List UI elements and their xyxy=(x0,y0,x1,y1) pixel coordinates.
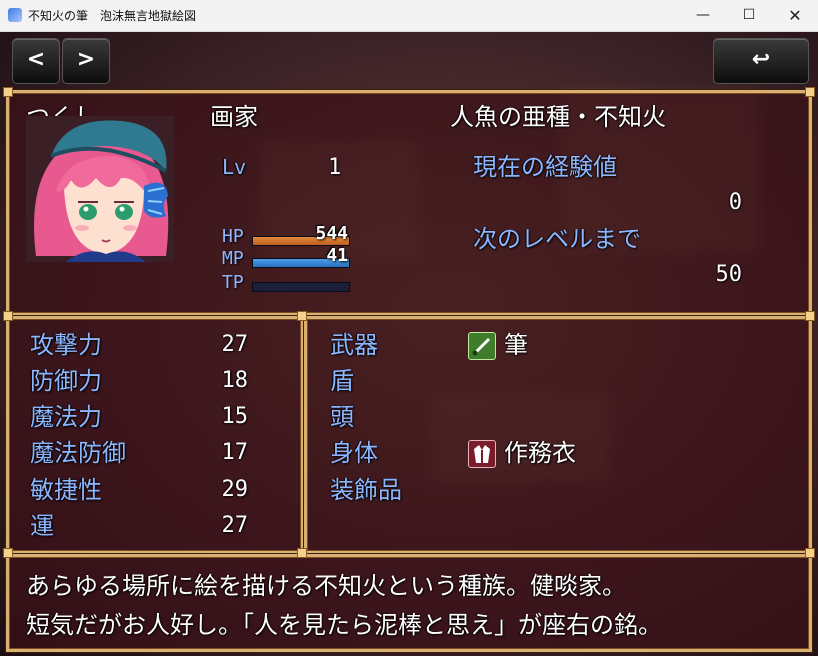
param-value: 17 xyxy=(221,440,249,465)
close-button[interactable]: ✕ xyxy=(772,0,818,31)
tp-label: TP xyxy=(222,272,244,293)
frame-ornament xyxy=(297,548,307,558)
tp-gauge xyxy=(252,282,350,292)
frame-ornament xyxy=(3,87,13,97)
equip-item-name[interactable]: 筆 xyxy=(504,333,528,357)
param-label: 敏捷性 xyxy=(30,476,102,504)
frame-ornament xyxy=(297,311,307,321)
window-title: 不知火の筆 泡沫無言地獄絵図 xyxy=(28,9,197,23)
frame-ornament xyxy=(3,548,13,558)
equip-item-name[interactable]: 作務衣 xyxy=(504,441,576,465)
frame-ornament xyxy=(805,311,815,321)
minimize-button[interactable]: — xyxy=(680,0,726,31)
param-label: 攻撃力 xyxy=(30,331,102,359)
next-level-value: 50 xyxy=(715,262,743,287)
robe-icon xyxy=(468,440,496,468)
level-label: Lv xyxy=(222,155,247,179)
actor-portrait xyxy=(26,116,174,262)
actor-nickname: 人魚の亜種・不知火 xyxy=(450,103,666,131)
equip-slot-label: 装飾品 xyxy=(330,476,402,504)
back-button[interactable]: ↩ xyxy=(713,38,809,84)
hp-value: 544 xyxy=(315,223,348,244)
param-value: 18 xyxy=(221,368,249,393)
equip-slot-label: 頭 xyxy=(330,403,354,431)
exp-label: 現在の経験値 xyxy=(473,153,617,181)
actor-class: 画家 xyxy=(210,103,258,131)
equip-slot-label: 盾 xyxy=(330,367,354,395)
mp-value: 41 xyxy=(326,245,348,266)
param-label: 防御力 xyxy=(30,367,102,395)
profile-line-1: あらゆる場所に絵を描ける不知火という種族。健啖家。 xyxy=(26,572,626,600)
frame-ornament xyxy=(3,311,13,321)
param-label: 魔法力 xyxy=(30,403,102,431)
window-titlebar: 不知火の筆 泡沫無言地獄絵図 — ☐ ✕ xyxy=(0,0,818,32)
param-value: 15 xyxy=(221,404,249,429)
mp-label: MP xyxy=(222,248,244,269)
profile-line-2: 短気だがお人好し。「人を見たら泥棒と思え」が座右の銘。 xyxy=(26,611,662,639)
level-value: 1 xyxy=(328,155,342,180)
param-value: 29 xyxy=(221,477,249,502)
param-value: 27 xyxy=(221,332,249,357)
equipment-panel xyxy=(304,316,812,554)
app-icon xyxy=(8,8,22,22)
next-level-label: 次のレベルまで xyxy=(473,225,641,253)
param-label: 運 xyxy=(30,512,54,540)
frame-ornament xyxy=(805,87,815,97)
hp-label: HP xyxy=(222,226,244,247)
maximize-button[interactable]: ☐ xyxy=(726,0,772,31)
next-actor-button[interactable]: > xyxy=(62,38,110,84)
brush-icon xyxy=(468,332,496,360)
param-label: 魔法防御 xyxy=(30,439,126,467)
frame-ornament xyxy=(805,548,815,558)
param-value: 27 xyxy=(221,513,249,538)
equip-slot-label: 武器 xyxy=(330,331,378,359)
equip-slot-label: 身体 xyxy=(330,439,378,467)
previous-actor-button[interactable]: < xyxy=(12,38,60,84)
exp-value: 0 xyxy=(728,190,742,215)
